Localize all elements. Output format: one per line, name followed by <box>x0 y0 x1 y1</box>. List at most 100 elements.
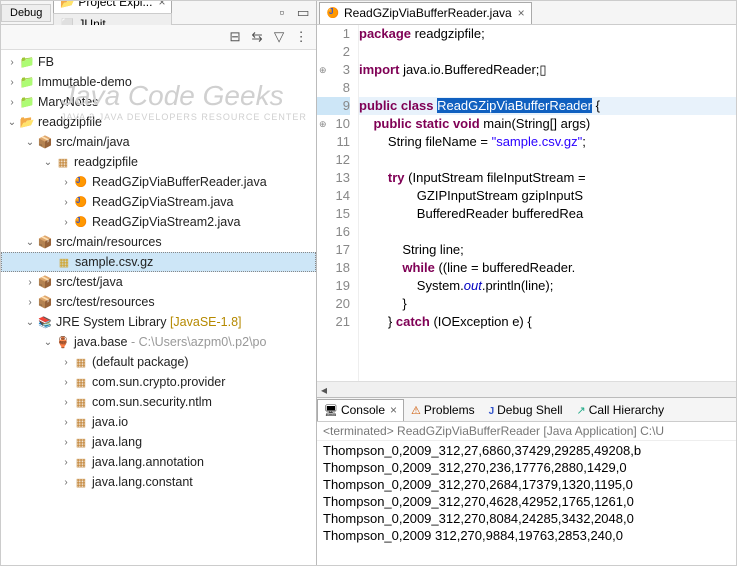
tree-item[interactable]: ⌄src/main/resources <box>1 232 316 252</box>
view-tab-project-expl-[interactable]: Project Expl...× <box>53 1 172 13</box>
tree-label: java.io <box>92 415 128 429</box>
ico-pkg <box>73 375 89 389</box>
expand-icon[interactable]: › <box>59 457 73 468</box>
tree-item[interactable]: sample.csv.gz <box>1 252 316 272</box>
expand-icon[interactable]: › <box>59 437 73 448</box>
filter-icon[interactable]: ▽ <box>270 28 288 46</box>
expand-icon[interactable]: › <box>5 57 19 68</box>
expand-icon[interactable]: › <box>5 97 19 108</box>
close-icon[interactable]: × <box>518 6 525 20</box>
expand-icon[interactable]: ⌄ <box>5 117 19 128</box>
ico-callh <box>577 403 586 417</box>
expand-icon[interactable]: › <box>23 297 37 308</box>
tree-item[interactable]: ⌄ JRE System Library [JavaSE-1.8] <box>1 312 316 332</box>
ico-lib <box>37 315 53 329</box>
expand-icon[interactable]: ⌄ <box>41 157 55 168</box>
bottom-panel: Console×ProblemsDebug ShellCall Hierarch… <box>317 397 736 565</box>
console-status: <terminated> ReadGZipViaBufferReader [Ja… <box>317 422 736 441</box>
ico-pkg <box>73 415 89 429</box>
ico-problems <box>411 403 421 417</box>
tree-item[interactable]: ›java.lang.constant <box>1 472 316 492</box>
tree-item[interactable]: › src/test/java <box>1 272 316 292</box>
tree-item[interactable]: ›ReadGZipViaStream.java <box>1 192 316 212</box>
expand-icon[interactable]: › <box>23 277 37 288</box>
ico-file <box>56 255 72 269</box>
left-tabbar: Debug Project Expl...×JUnit ▫ ▭ <box>1 1 316 25</box>
tree-item[interactable]: ›java.lang <box>1 432 316 452</box>
tree-label: java.base - C:\Users\azpm0\.p2\po <box>74 335 266 349</box>
tree-label: ReadGZipViaBufferReader.java <box>92 175 267 189</box>
line-gutter[interactable]: 12389101112131415161718192021 <box>317 25 359 381</box>
scroll-left-icon[interactable]: ◂ <box>317 383 331 397</box>
editor-tab[interactable]: ReadGZipViaBufferReader.java × <box>319 2 532 24</box>
console-output[interactable]: Thompson_0,2009_312,27,6860,37429,29285,… <box>317 441 736 565</box>
bottom-tab-problems[interactable]: Problems <box>404 399 482 421</box>
editor-pane: ReadGZipViaBufferReader.java × 123891011… <box>317 1 736 565</box>
ico-debugshell <box>489 403 495 417</box>
ico-pkgroot <box>37 235 53 249</box>
maximize-view-icon[interactable]: ▭ <box>294 4 312 22</box>
tree-label: sample.csv.gz <box>75 255 153 269</box>
console-line: Thompson_0,2009_312,27,6860,37429,29285,… <box>323 442 730 459</box>
link-editor-icon[interactable]: ⇆ <box>248 28 266 46</box>
tree-label: src/main/java <box>56 135 130 149</box>
tree-item[interactable]: ›ReadGZipViaStream2.java <box>1 212 316 232</box>
view-menu-icon[interactable]: ⋮ <box>292 28 310 46</box>
tree-item[interactable]: ›java.lang.annotation <box>1 452 316 472</box>
expand-icon[interactable]: ⌄ <box>23 137 37 148</box>
tree-item[interactable]: ⌄readgzipfile <box>1 152 316 172</box>
bottom-tab-console[interactable]: Console× <box>317 399 404 421</box>
minimize-view-icon[interactable]: ▫ <box>273 4 291 22</box>
tree-item[interactable]: ›MaryNotes <box>1 92 316 112</box>
project-tree[interactable]: Java Code Geeks JAVA 2 JAVA DEVELOPERS R… <box>1 50 316 565</box>
ico-proj-closed <box>19 75 35 89</box>
editor-horizontal-scrollbar[interactable]: ◂ <box>317 381 736 397</box>
tree-item[interactable]: › src/test/resources <box>1 292 316 312</box>
expand-icon[interactable]: › <box>59 397 73 408</box>
expand-icon[interactable]: › <box>59 477 73 488</box>
editor-tab-label: ReadGZipViaBufferReader.java <box>344 6 512 20</box>
bottom-tab-call-hierarchy[interactable]: Call Hierarchy <box>570 399 672 421</box>
tree-item[interactable]: › java.io <box>1 412 316 432</box>
tree-label: com.sun.security.ntlm <box>92 395 212 409</box>
tree-item[interactable]: › com.sun.security.ntlm <box>1 392 316 412</box>
console-line: Thompson_0,2009_312,270,236,17776,2880,1… <box>323 459 730 476</box>
expand-icon[interactable]: › <box>59 417 73 428</box>
ico-pkg <box>73 355 89 369</box>
ico-pkgroot <box>37 135 53 149</box>
collapse-all-icon[interactable]: ⊟ <box>226 28 244 46</box>
ico-pkg <box>73 395 89 409</box>
tree-item[interactable]: ⌄ src/main/java <box>1 132 316 152</box>
tree-label: JRE System Library [JavaSE-1.8] <box>56 315 242 329</box>
tree-label: src/test/resources <box>56 295 155 309</box>
tree-item[interactable]: ›com.sun.crypto.provider <box>1 372 316 392</box>
console-line: Thompson_0,2009_312,270,2684,17379,1320,… <box>323 476 730 493</box>
tree-item[interactable]: ⌄ java.base - C:\Users\azpm0\.p2\po <box>1 332 316 352</box>
ico-proj-open <box>19 115 35 129</box>
tree-item[interactable]: ›FB <box>1 52 316 72</box>
ico-java <box>73 175 89 189</box>
tree-label: src/test/java <box>56 275 123 289</box>
expand-icon[interactable]: › <box>59 217 73 228</box>
expand-icon[interactable]: ⌄ <box>23 317 37 328</box>
expand-icon[interactable]: › <box>59 197 73 208</box>
code-editor[interactable]: 12389101112131415161718192021 package re… <box>317 25 736 381</box>
expand-icon[interactable]: ⌄ <box>41 337 55 348</box>
ico-proj-open <box>60 1 74 9</box>
console-line: Thompson_0,2009_312,270,8084,24285,3432,… <box>323 510 730 527</box>
expand-icon[interactable]: ⌄ <box>23 237 37 248</box>
code-area[interactable]: package readgzipfile;import java.io.Buff… <box>359 25 736 381</box>
close-icon[interactable]: × <box>390 403 397 417</box>
tree-item[interactable]: › ReadGZipViaBufferReader.java <box>1 172 316 192</box>
bottom-tab-debug-shell[interactable]: Debug Shell <box>482 399 570 421</box>
close-icon[interactable]: × <box>158 1 165 9</box>
perspective-label[interactable]: Debug <box>1 4 51 22</box>
expand-icon[interactable]: › <box>59 377 73 388</box>
tree-label: (default package) <box>92 355 189 369</box>
tree-item[interactable]: ⌄readgzipfile <box>1 112 316 132</box>
expand-icon[interactable]: › <box>59 177 73 188</box>
tree-item[interactable]: › (default package) <box>1 352 316 372</box>
expand-icon[interactable]: › <box>59 357 73 368</box>
expand-icon[interactable]: › <box>5 77 19 88</box>
tree-item[interactable]: ›Immutable-demo <box>1 72 316 92</box>
